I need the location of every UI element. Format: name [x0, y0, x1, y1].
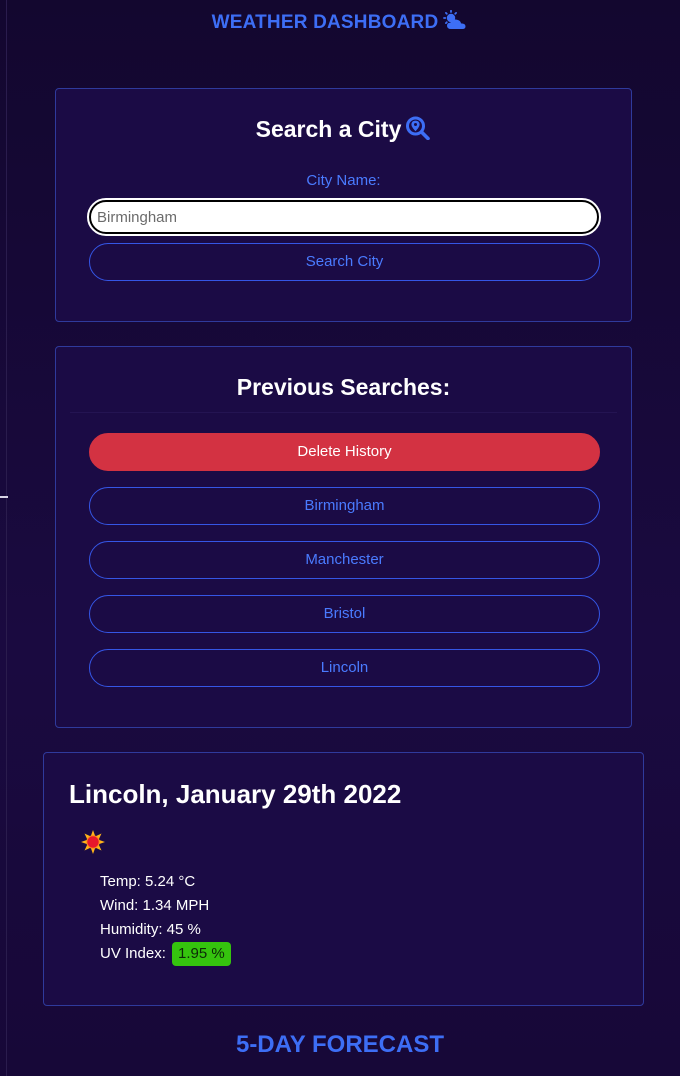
- left-edge-line: [6, 0, 7, 1076]
- search-title-text: Search a City: [255, 116, 402, 142]
- uv-index-row: UV Index: 1.95 %: [100, 942, 231, 966]
- search-location-icon: [405, 116, 431, 146]
- delete-history-button[interactable]: Delete History: [89, 433, 600, 471]
- app-header: WEATHER DASHBOARD: [0, 9, 680, 38]
- sun-icon: [80, 829, 106, 860]
- sun-behind-cloud-icon: [442, 9, 468, 38]
- city-name-label: City Name:: [306, 172, 381, 189]
- history-item-button[interactable]: Lincoln: [89, 649, 600, 687]
- humidity-text: Humidity: 45 %: [100, 921, 201, 938]
- search-card: Search a City City Name: Search City: [55, 88, 632, 322]
- forecast-heading: 5-DAY FORECAST: [235, 1031, 445, 1058]
- left-edge-tick: [0, 496, 8, 498]
- current-weather-title: Lincoln, January 29th 2022: [69, 779, 402, 809]
- history-card: Previous Searches: Delete History Birmin…: [55, 346, 632, 728]
- uv-index-badge: 1.95 %: [172, 942, 231, 966]
- history-title: Previous Searches:: [236, 374, 451, 400]
- history-item-button[interactable]: Birmingham: [89, 487, 600, 525]
- app-title: WEATHER DASHBOARD: [211, 12, 439, 33]
- history-item-button[interactable]: Bristol: [89, 595, 600, 633]
- wind-text: Wind: 1.34 MPH: [100, 897, 210, 914]
- search-title: Search a City: [56, 116, 631, 146]
- uv-index-label: UV Index:: [100, 945, 166, 962]
- history-item-button[interactable]: Manchester: [89, 541, 600, 579]
- search-city-button[interactable]: Search City: [89, 243, 600, 281]
- temperature-text: Temp: 5.24 °C: [100, 873, 196, 890]
- current-weather-card: Lincoln, January 29th 2022 Temp: 5.24 °C…: [43, 752, 644, 1006]
- history-divider: [70, 412, 617, 413]
- weather-stats: Temp: 5.24 °C Wind: 1.34 MPH Humidity: 4…: [100, 870, 231, 966]
- city-search-input[interactable]: [87, 198, 601, 236]
